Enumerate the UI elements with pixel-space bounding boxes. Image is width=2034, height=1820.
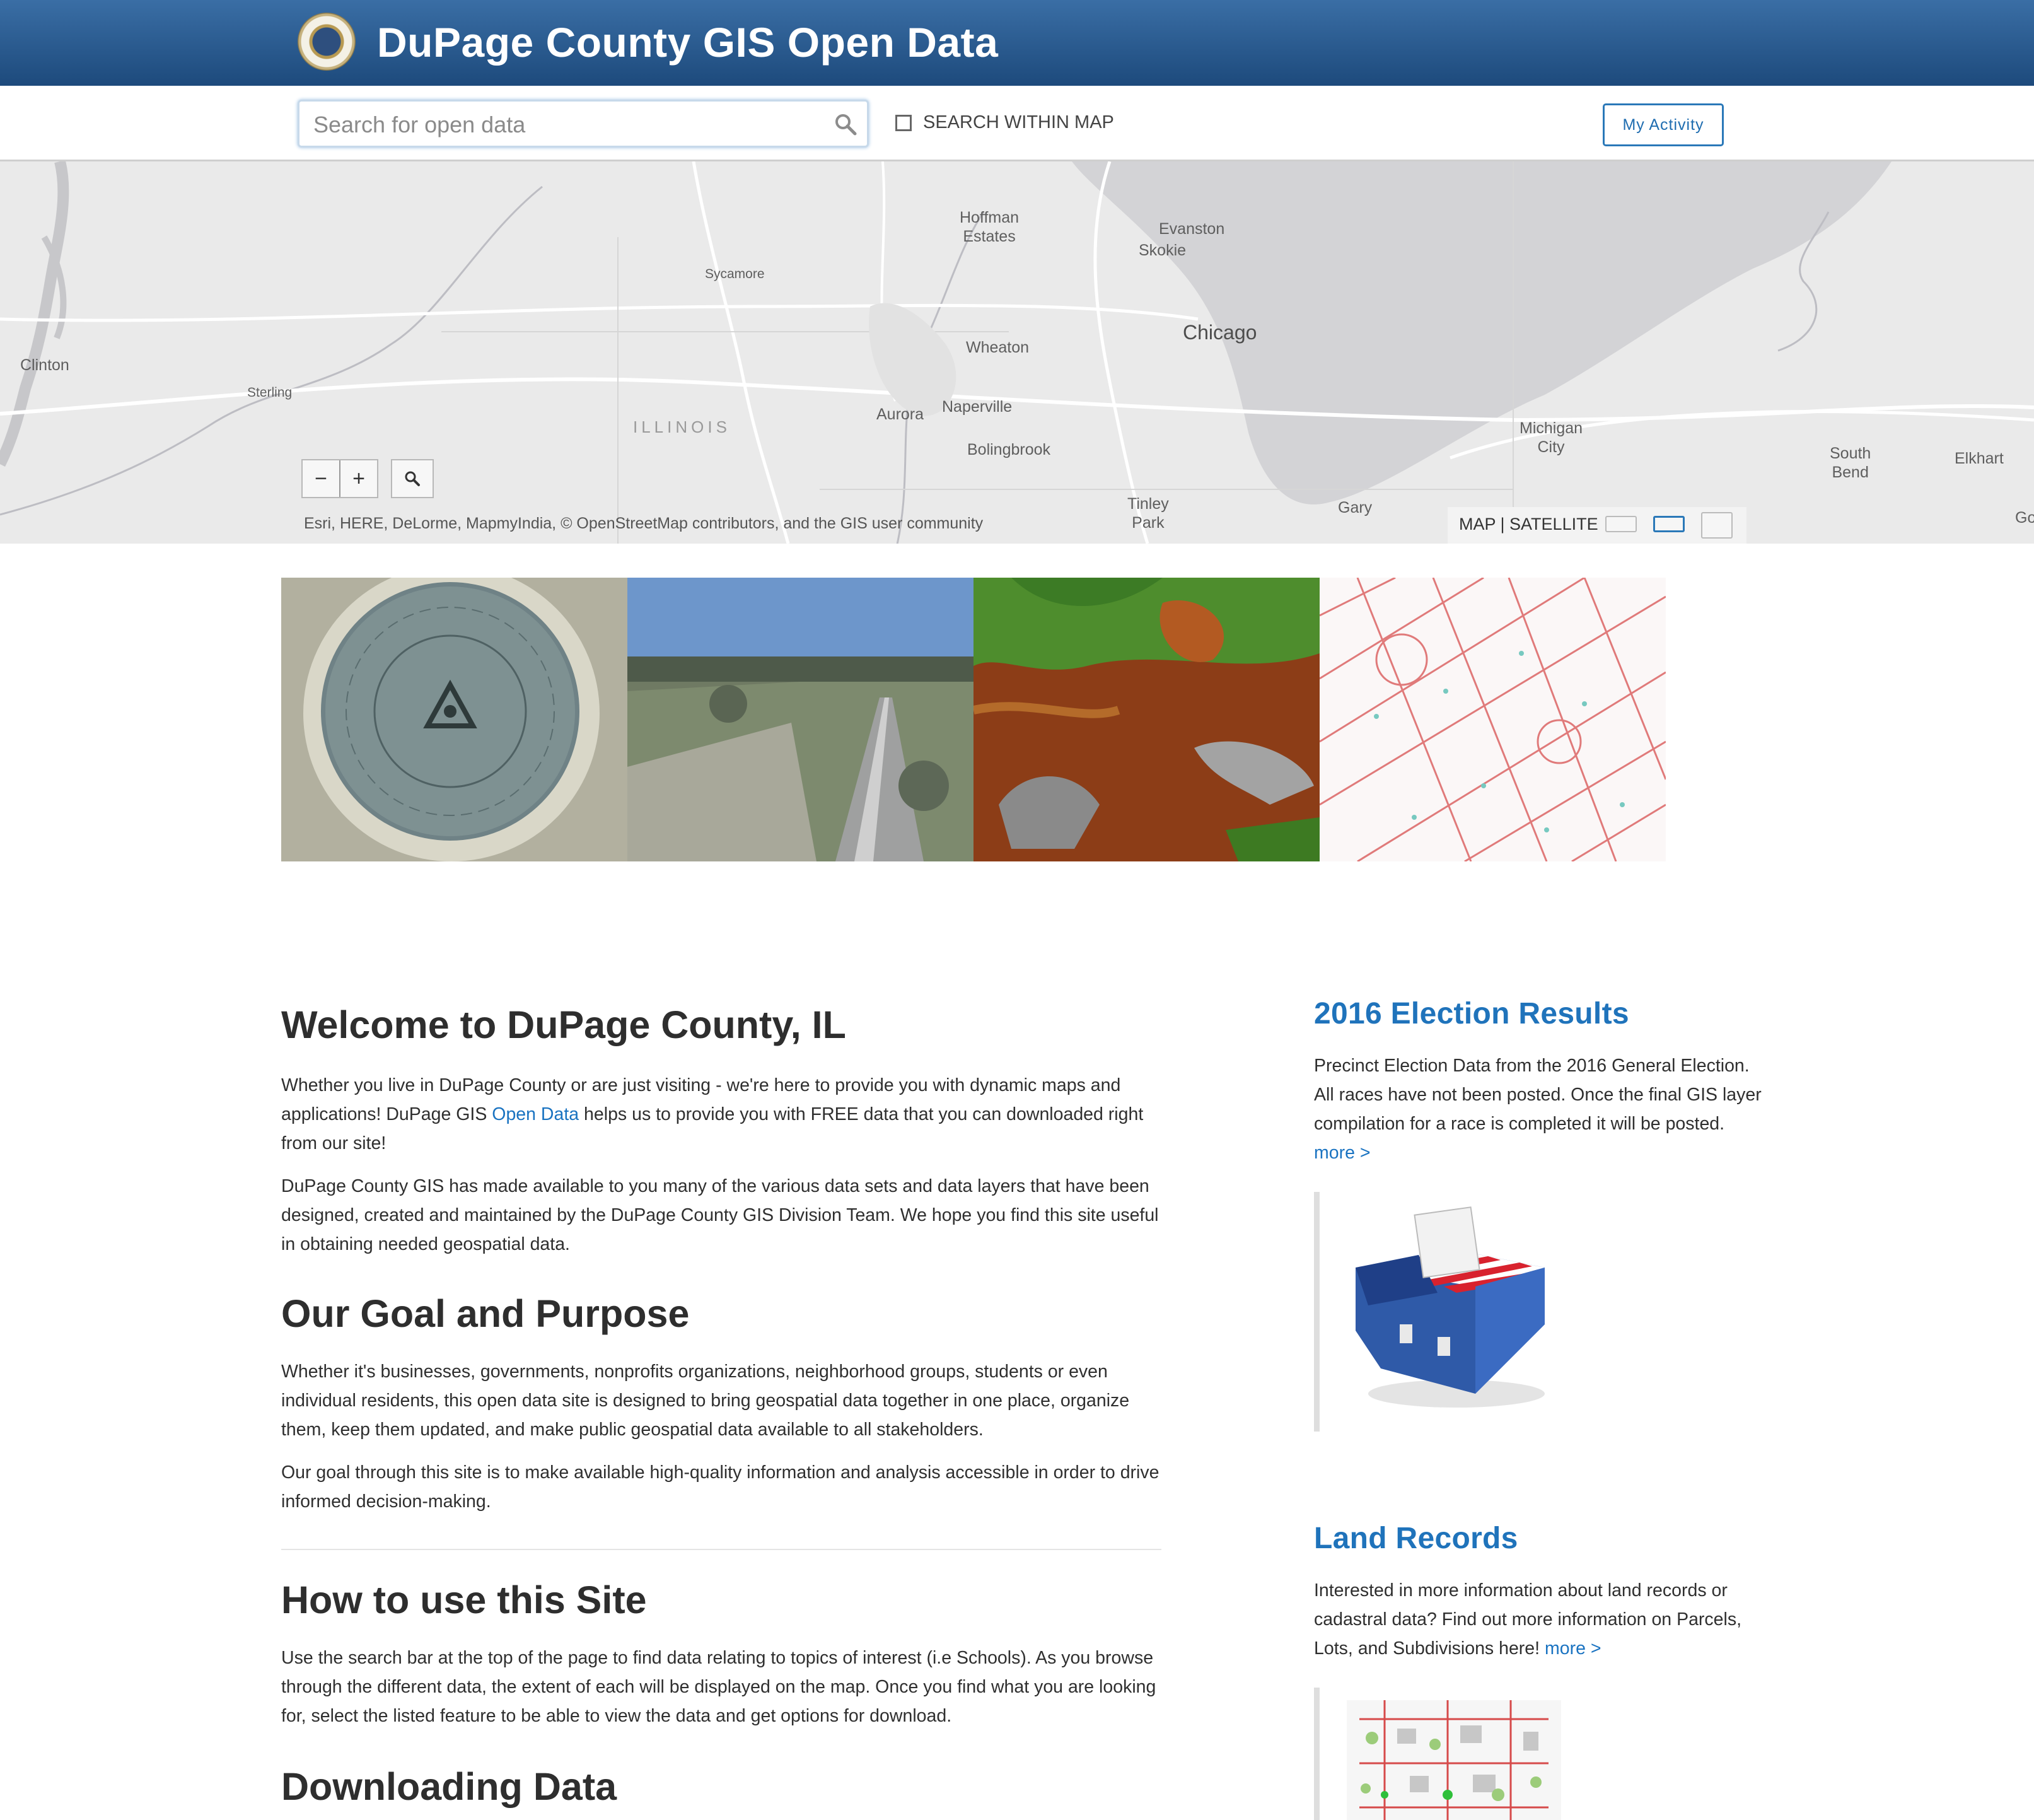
election-quote-bar — [1314, 1192, 1320, 1432]
howto-paragraph: Use the search bar at the top of the pag… — [281, 1648, 1156, 1726]
open-data-link[interactable]: Open Data — [492, 1104, 579, 1124]
map-label-michigan-line2: City — [1537, 438, 1565, 456]
zoom-control: − + — [301, 459, 378, 498]
basemap-option-streets[interactable] — [1653, 516, 1685, 532]
main-content: Welcome to DuPage County, IL Whether you… — [281, 996, 1164, 1809]
basemap-option-imagery[interactable] — [1701, 512, 1733, 539]
goal-heading: Our Goal and Purpose — [281, 1292, 690, 1335]
map-label-south-bend: South Bend — [1830, 444, 1871, 482]
elevation-raster-image — [973, 578, 1320, 861]
basemap-option-light[interactable] — [1605, 516, 1637, 532]
aerial-3d-view-image — [627, 578, 973, 861]
search-input[interactable] — [312, 107, 819, 143]
land-records-title[interactable]: Land Records — [1314, 1521, 1768, 1556]
map-label-tinley-park: Tinley Park — [1127, 494, 1169, 532]
howto-heading: How to use this Site — [281, 1578, 647, 1621]
map-label-clinton: Clinton — [20, 356, 69, 374]
map-label-michigan-city: Michigan City — [1520, 419, 1583, 457]
land-more-link[interactable]: more > — [1545, 1638, 1601, 1659]
image-banner — [281, 578, 1666, 861]
search-toolbar: SEARCH WITHIN MAP My Activity — [0, 86, 2034, 161]
downloading-heading: Downloading Data — [281, 1765, 617, 1808]
land-records-map-image[interactable] — [1347, 1700, 1561, 1820]
section-divider — [281, 1549, 1161, 1550]
map-view[interactable]: Clinton Sterling Sycamore Hoffman Estate… — [0, 161, 2034, 544]
search-box — [298, 100, 869, 148]
map-label-tinley-line2: Park — [1132, 514, 1165, 532]
magnifier-icon — [405, 471, 420, 486]
election-results-text: Precinct Election Data from the 2016 Gen… — [1314, 1051, 1768, 1167]
map-label-chicago: Chicago — [1183, 321, 1257, 344]
map-label-wheaton: Wheaton — [966, 339, 1030, 356]
map-label-skokie: Skokie — [1139, 242, 1187, 259]
map-label-hoffman-line1: Hoffman — [960, 209, 1020, 226]
basemap-label[interactable]: MAP | SATELLITE — [1459, 515, 1598, 534]
map-label-aurora: Aurora — [876, 405, 924, 423]
goal-paragraph-1: Whether it's businesses, governments, no… — [281, 1362, 1130, 1440]
map-label-sterling: Sterling — [247, 385, 293, 400]
welcome-paragraph-1: Whether you live in DuPage County or are… — [281, 1071, 1164, 1158]
parcel-map-image — [1320, 578, 1666, 861]
survey-benchmark-image — [281, 578, 627, 861]
map-label-sycamore: Sycamore — [705, 267, 765, 281]
map-label-bolingbrook: Bolingbrook — [967, 441, 1051, 458]
land-description: Interested in more information about lan… — [1314, 1580, 1742, 1659]
welcome-heading: Welcome to DuPage County, IL — [281, 1003, 846, 1046]
map-label-naperville: Naperville — [942, 398, 1013, 416]
election-results-title[interactable]: 2016 Election Results — [1314, 996, 1768, 1031]
search-within-map-checkbox[interactable] — [895, 115, 912, 131]
election-description: Precinct Election Data from the 2016 Gen… — [1314, 1056, 1762, 1134]
search-icon[interactable] — [833, 112, 858, 137]
map-label-tinley-line1: Tinley — [1127, 495, 1169, 513]
zoom-in-button[interactable]: + — [340, 460, 377, 497]
header-bar: DuPage County GIS Open Data — [0, 0, 2034, 86]
sidebar: 2016 Election Results Precinct Election … — [1314, 996, 1768, 1167]
election-more-link[interactable]: more > — [1314, 1143, 1371, 1163]
goal-paragraph-2: Our goal through this site is to make av… — [281, 1462, 1159, 1512]
zoom-out-button[interactable]: − — [303, 460, 340, 497]
welcome-paragraph-2: DuPage County GIS has made available to … — [281, 1176, 1159, 1254]
my-activity-button[interactable]: My Activity — [1603, 103, 1724, 146]
basemap-switcher: MAP | SATELLITE — [1448, 507, 1746, 544]
land-records-text: Interested in more information about lan… — [1314, 1576, 1768, 1663]
site-title[interactable]: DuPage County GIS Open Data — [377, 14, 998, 71]
map-label-illinois: ILLINOIS — [633, 417, 731, 436]
search-within-map-label[interactable]: SEARCH WITHIN MAP — [923, 112, 1114, 133]
map-label-elkhart: Elkhart — [1955, 450, 2004, 467]
land-records-section: Land Records Interested in more informat… — [1314, 1521, 1768, 1663]
map-label-evanston: Evanston — [1159, 220, 1225, 238]
map-label-hoffman-line2: Estates — [963, 228, 1016, 245]
county-seal-logo[interactable] — [298, 13, 356, 71]
ballot-box-image[interactable] — [1343, 1205, 1551, 1413]
map-attribution: Esri, HERE, DeLorme, MapmyIndia, © OpenS… — [304, 515, 984, 532]
map-label-gary: Gary — [1338, 499, 1373, 516]
map-label-southbend-line2: Bend — [1832, 464, 1869, 481]
map-label-go: Go — [2015, 509, 2034, 527]
map-label-southbend-line1: South — [1830, 445, 1871, 462]
map-search-button[interactable] — [391, 459, 434, 498]
land-quote-bar — [1314, 1688, 1320, 1820]
map-label-michigan-line1: Michigan — [1520, 419, 1583, 437]
map-label-hoffman-estates: Hoffman Estates — [960, 208, 1019, 246]
